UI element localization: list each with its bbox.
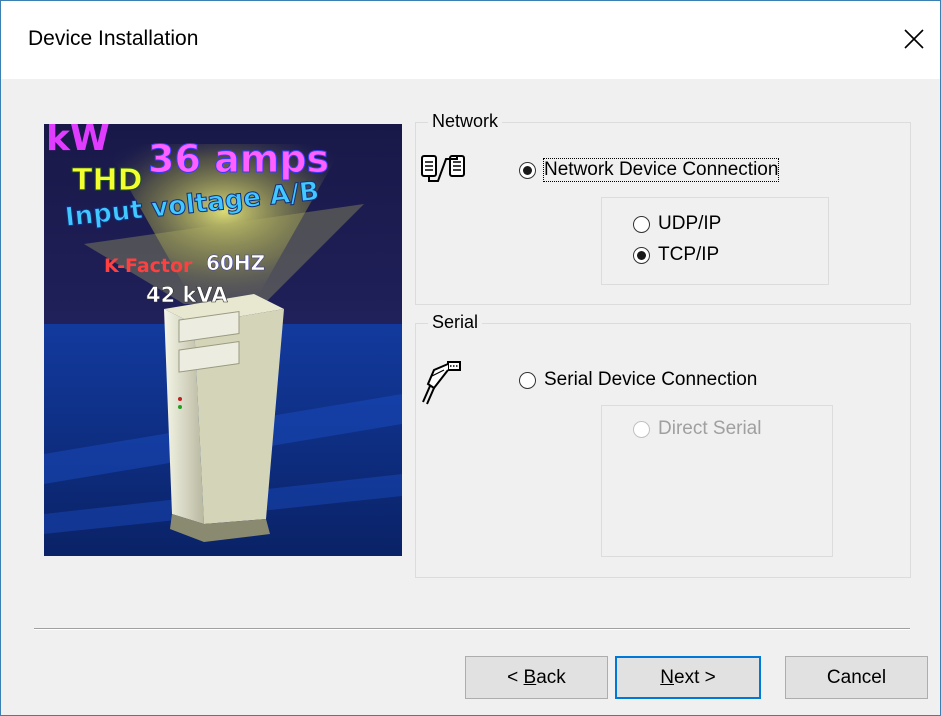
serial-connection-radio-button[interactable] xyxy=(519,371,536,389)
cancel-button-label: Cancel xyxy=(826,666,887,688)
back-button-mnemonic: B xyxy=(523,666,537,688)
direct-serial-radio: Direct Serial xyxy=(633,418,761,440)
tcp-ip-radio[interactable]: TCP/IP xyxy=(633,244,719,266)
network-connection-radio-button[interactable] xyxy=(519,161,536,179)
serial-connection-label: Serial Device Connection xyxy=(544,369,758,390)
back-button-suffix: ack xyxy=(536,666,566,688)
cancel-button[interactable]: Cancel xyxy=(785,656,928,699)
next-button-mnemonic: N xyxy=(660,666,674,688)
direct-serial-label: Direct Serial xyxy=(658,418,762,439)
back-button-prefix: < xyxy=(507,666,524,688)
serial-group-label: Serial xyxy=(428,312,483,332)
serial-cable-icon xyxy=(420,356,464,412)
banner-text-amps: 36 amps xyxy=(148,137,329,181)
banner-text-kva: 42 kVA xyxy=(146,283,228,307)
network-protocol-box xyxy=(601,197,829,285)
close-icon xyxy=(904,29,924,49)
udp-ip-label: UDP/IP xyxy=(658,213,722,234)
back-button[interactable]: < Back xyxy=(465,656,608,699)
network-connection-radio[interactable]: Network Device Connection xyxy=(519,158,780,182)
title-bar: Device Installation xyxy=(1,1,940,79)
tcp-ip-radio-button[interactable] xyxy=(633,246,650,264)
banner-text-kfactor: K-Factor xyxy=(104,255,193,277)
button-divider xyxy=(34,628,910,630)
network-connection-icon xyxy=(420,153,466,191)
dialog-window: Device Installation kW 36 amps THD Input… xyxy=(0,0,941,716)
network-group-label: Network xyxy=(428,111,503,131)
banner-text-kw: kW xyxy=(46,124,110,159)
close-button[interactable] xyxy=(894,19,934,59)
next-button-suffix: ext > xyxy=(674,666,716,688)
banner-text-thd: THD xyxy=(72,163,142,198)
window-title: Device Installation xyxy=(28,27,199,50)
serial-connection-radio[interactable]: Serial Device Connection xyxy=(519,369,757,391)
tcp-ip-label: TCP/IP xyxy=(658,244,720,265)
product-banner-image: kW 36 amps THD Input voltage A/B K-Facto… xyxy=(44,124,402,556)
udp-ip-radio-button[interactable] xyxy=(633,215,650,233)
next-button[interactable]: Next > xyxy=(615,656,761,699)
network-connection-label: Network Device Connection xyxy=(542,158,780,182)
banner-text-hz: 60HZ xyxy=(206,251,265,275)
udp-ip-radio[interactable]: UDP/IP xyxy=(633,213,721,235)
direct-serial-radio-button xyxy=(633,420,650,438)
